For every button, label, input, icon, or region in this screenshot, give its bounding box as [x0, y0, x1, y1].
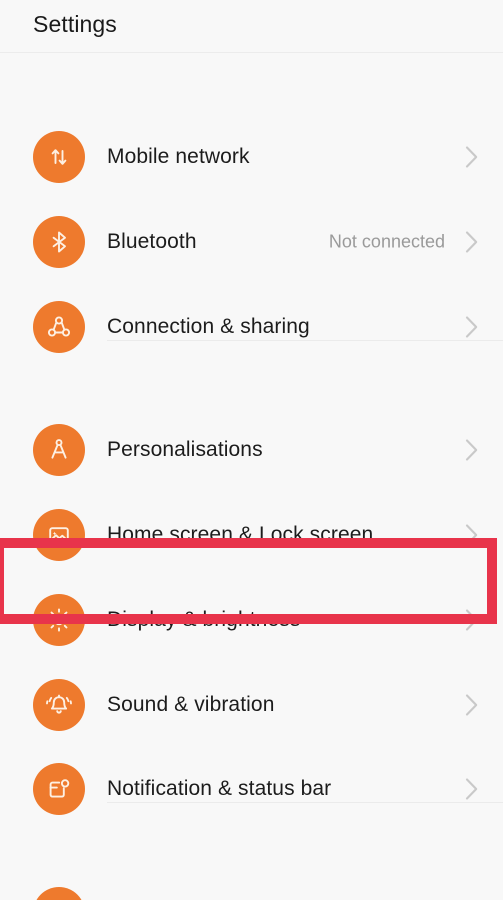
settings-row-bluetooth[interactable]: Bluetooth Not connected [0, 200, 503, 284]
section-divider-2 [107, 802, 503, 803]
settings-row-label: Connection & sharing [107, 315, 310, 338]
page-title: Settings [33, 11, 117, 37]
chevron-right-icon [464, 776, 480, 802]
settings-row-sound-vibration[interactable]: Sound & vibration [0, 663, 503, 747]
image-icon [33, 509, 85, 561]
notification-badge-icon [33, 763, 85, 815]
bluetooth-icon [33, 216, 85, 268]
settings-row-home-lock-screen[interactable]: Home screen & Lock screen [0, 493, 503, 577]
section-divider-1 [107, 340, 503, 341]
chevron-right-icon [464, 437, 480, 463]
compass-icon [33, 424, 85, 476]
chevron-right-icon [464, 692, 480, 718]
settings-row-notification-status-bar[interactable]: Notification & status bar [0, 747, 503, 831]
chevron-right-icon [464, 229, 480, 255]
chevron-right-icon [464, 144, 480, 170]
mobile-network-icon [33, 131, 85, 183]
settings-row-status: Not connected [328, 231, 445, 252]
settings-screen: Settings Mobile network Bluetooth Not conn… [0, 0, 503, 900]
settings-row-mobile-network[interactable]: Mobile network [0, 115, 503, 199]
chevron-right-icon [464, 607, 480, 633]
settings-row-label: Display & brightness [107, 608, 301, 631]
settings-row-connection-sharing[interactable]: Connection & sharing [0, 285, 503, 369]
chevron-right-icon [464, 314, 480, 340]
settings-row-label: Home screen & Lock screen [107, 523, 374, 546]
settings-row-label: Bluetooth [107, 230, 197, 253]
bell-icon [33, 679, 85, 731]
settings-row-label: Notification & status bar [107, 777, 332, 800]
settings-row-display-brightness[interactable]: Display & brightness [0, 578, 503, 662]
settings-row-label: Personalisations [107, 438, 263, 461]
connection-sharing-icon [33, 301, 85, 353]
app-header: Settings [0, 0, 503, 53]
chevron-right-icon [464, 522, 480, 548]
settings-row-label: Mobile network [107, 145, 250, 168]
header-divider [0, 52, 503, 53]
settings-row-personalisations[interactable]: Personalisations [0, 408, 503, 492]
settings-row-label: Sound & vibration [107, 693, 275, 716]
brightness-sun-icon [33, 594, 85, 646]
settings-row-password-security[interactable]: Password & security [0, 871, 503, 900]
shield-key-icon [33, 887, 85, 900]
